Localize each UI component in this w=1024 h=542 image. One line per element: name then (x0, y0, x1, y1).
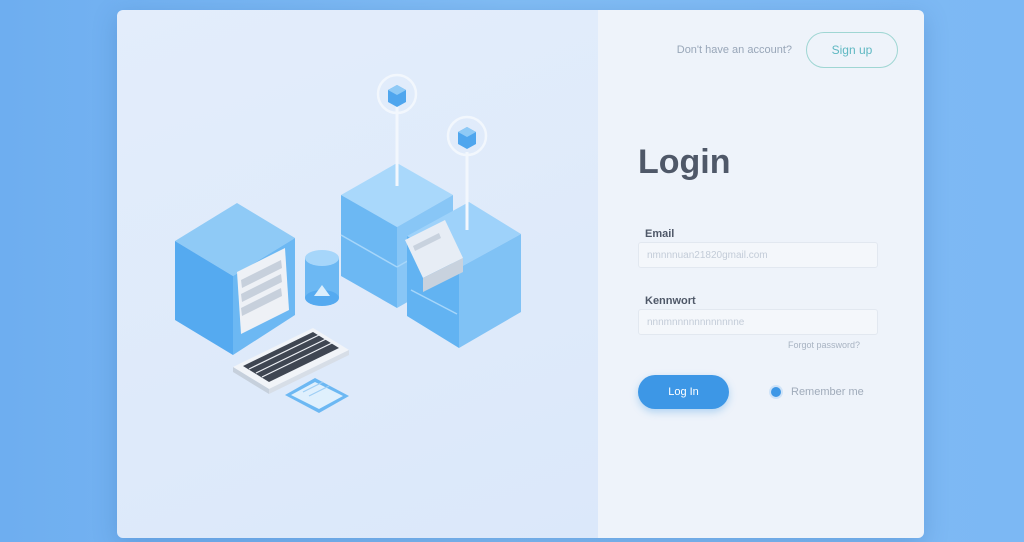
login-form-panel: Don't have an account? Sign up Login Ema… (598, 10, 924, 538)
note-icon (285, 378, 349, 413)
forgot-password-link[interactable]: Forgot password? (788, 340, 860, 350)
remember-me[interactable]: Remember me (771, 386, 864, 398)
password-label: Kennwort (645, 295, 696, 307)
location-pin-icon (376, 73, 418, 186)
server-cabinet-illustration (175, 73, 521, 413)
login-card: Don't have an account? Sign up Login Ema… (117, 10, 924, 538)
page-title: Login (638, 143, 731, 181)
login-button[interactable]: Log In (638, 375, 729, 409)
email-field[interactable] (638, 242, 878, 268)
illustration-panel (117, 10, 598, 538)
left-cabinet-icon (175, 203, 295, 355)
radio-selected-icon[interactable] (771, 387, 781, 397)
signup-prompt: Don't have an account? (676, 44, 792, 56)
cylinder-icon (305, 250, 339, 306)
signup-row: Don't have an account? Sign up (677, 32, 898, 68)
signup-button[interactable]: Sign up (806, 32, 898, 68)
email-label: Email (645, 228, 675, 240)
remember-me-label: Remember me (791, 386, 864, 398)
password-field[interactable] (638, 309, 878, 335)
